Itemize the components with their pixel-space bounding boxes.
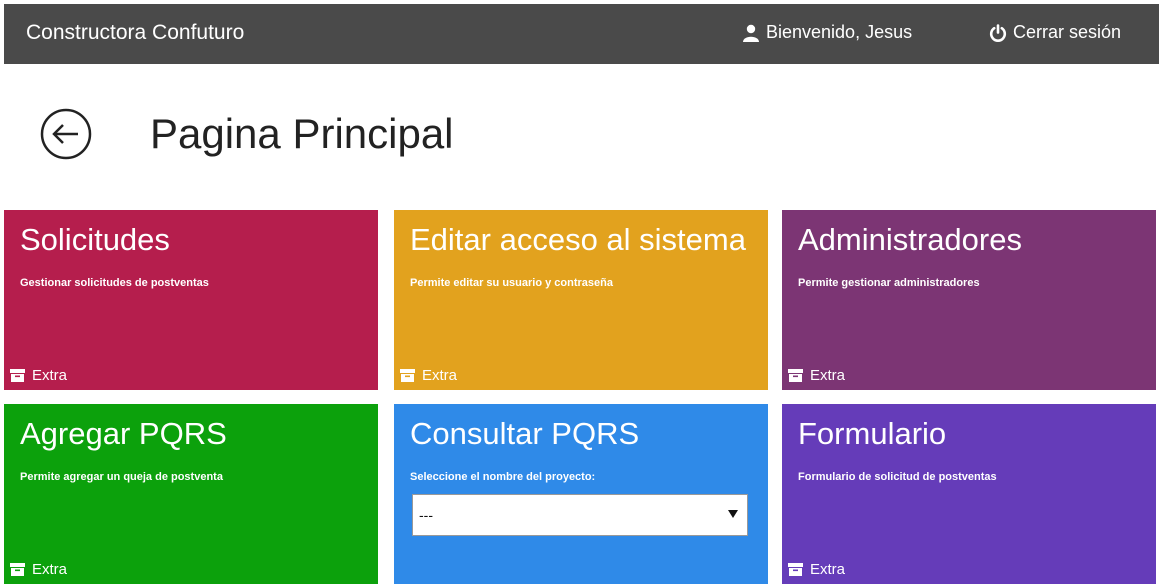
tile-description: Seleccione el nombre del proyecto: (410, 471, 596, 483)
archive-icon (788, 369, 803, 382)
page-title: Pagina Principal (150, 110, 454, 157)
tile-extra-label: Extra (32, 367, 68, 384)
tile-title: Consultar PQRS (410, 416, 640, 451)
user-icon (743, 24, 759, 42)
power-icon (989, 23, 1007, 42)
tile-extra-label: Extra (810, 561, 846, 578)
archive-icon (10, 369, 25, 382)
tile-description: Permite gestionar administradores (798, 277, 980, 289)
tile-extra: Extra (788, 561, 845, 578)
tile-description: Permite agregar un queja de postventa (20, 471, 223, 483)
tile-title: Solicitudes (20, 222, 170, 257)
tile-extra: Extra (788, 367, 845, 384)
welcome-user-link[interactable]: Bienvenido, Jesus (742, 22, 912, 43)
tile-formulario[interactable]: Formulario Formulario de solicitud de po… (782, 404, 1156, 584)
tile-description: Formulario de solicitud de postventas (798, 471, 997, 483)
tile-extra: Extra (400, 367, 457, 384)
tile-extra: Extra (10, 561, 67, 578)
tile-agregar-pqrs[interactable]: Agregar PQRS Permite agregar un queja de… (4, 404, 378, 584)
tile-extra-label: Extra (810, 367, 846, 384)
tile-extra-label: Extra (422, 367, 458, 384)
tile-title: Formulario (798, 416, 947, 451)
chevron-down-icon (728, 510, 738, 518)
logout-button[interactable]: Cerrar sesión (989, 22, 1121, 43)
logout-label: Cerrar sesión (1013, 22, 1122, 42)
tile-extra-label: Extra (32, 561, 68, 578)
archive-icon (400, 369, 415, 382)
archive-icon (788, 563, 803, 576)
tile-solicitudes[interactable]: Solicitudes Gestionar solicitudes de pos… (4, 210, 378, 390)
tile-administradores[interactable]: Administradores Permite gestionar admini… (782, 210, 1156, 390)
top-navbar: Constructora Confuturo Bienvenido, Jesus… (4, 4, 1159, 64)
tile-title: Agregar PQRS (20, 416, 227, 451)
tile-description: Permite editar su usuario y contraseña (410, 277, 613, 289)
project-select[interactable]: --- (412, 494, 748, 536)
tile-title: Editar acceso al sistema (410, 222, 746, 257)
tile-extra: Extra (10, 367, 67, 384)
tile-editar-acceso[interactable]: Editar acceso al sistema Permite editar … (394, 210, 768, 390)
archive-icon (10, 563, 25, 576)
brand-title[interactable]: Constructora Confuturo (26, 21, 244, 45)
back-button[interactable] (40, 108, 92, 160)
tile-consultar-pqrs: Consultar PQRS Seleccione el nombre del … (394, 404, 768, 584)
project-select-value: --- (419, 507, 433, 523)
welcome-label: Bienvenido, Jesus (766, 22, 913, 42)
back-arrow-icon (40, 108, 92, 160)
tile-description: Gestionar solicitudes de postventas (20, 277, 209, 289)
tile-title: Administradores (798, 222, 1022, 257)
